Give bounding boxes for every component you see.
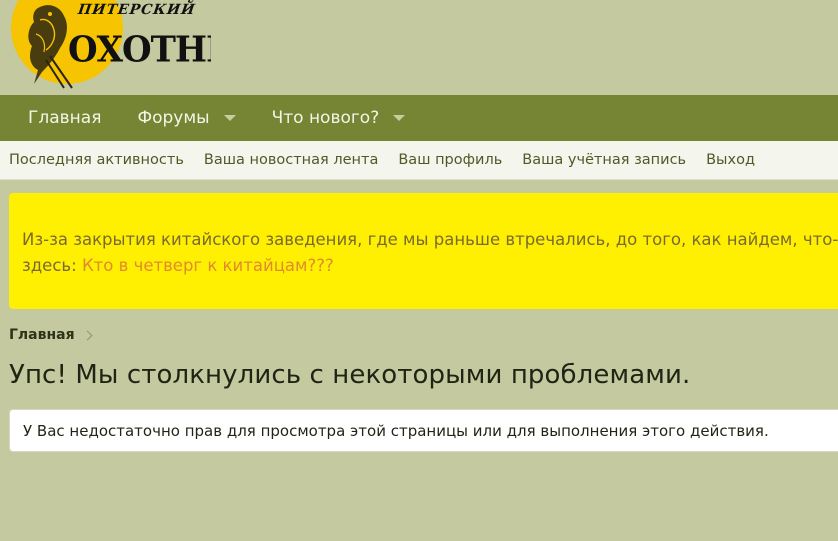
notice-text-prefix: здесь:	[22, 256, 82, 275]
logo-text-main: ОХОТНИК	[68, 29, 211, 71]
subnav-item-account[interactable]: Ваша учётная запись	[502, 152, 686, 168]
nav-item-label: Что нового?	[271, 108, 380, 128]
nav-item-label: Главная	[28, 108, 102, 128]
page-title: Упс! Мы столкнулись с некоторыми проблем…	[9, 360, 691, 390]
notice-link[interactable]: Кто в четверг к китайцам???	[82, 256, 334, 275]
site-logo[interactable]: ПИТЕРСКИЙ ОХОТНИК	[6, 0, 211, 92]
notice-text-line2: здесь: Кто в четверг к китайцам???	[22, 253, 838, 279]
nav-item-whats-new[interactable]: Что нового?	[236, 95, 406, 141]
sub-navigation: Последняя активность Ваша новостная лент…	[0, 141, 838, 180]
chevron-right-icon	[82, 330, 93, 340]
chevron-down-icon[interactable]	[223, 115, 236, 121]
nav-item-home[interactable]: Главная	[0, 95, 101, 141]
breadcrumb-home[interactable]: Главная	[9, 327, 75, 343]
subnav-item-profile[interactable]: Ваш профиль	[378, 152, 502, 168]
nav-item-label: Форумы	[137, 108, 210, 128]
subnav-item-logout[interactable]: Выход	[686, 152, 755, 168]
chevron-down-icon[interactable]	[393, 115, 406, 121]
error-message: У Вас недостаточно прав для просмотра эт…	[23, 421, 769, 440]
nav-item-forums[interactable]: Форумы	[101, 95, 236, 141]
breadcrumb: Главная	[9, 327, 93, 343]
subnav-item-latest-activity[interactable]: Последняя активность	[0, 152, 184, 168]
subnav-item-news-feed[interactable]: Ваша новостная лента	[184, 152, 378, 168]
error-message-box: У Вас недостаточно прав для просмотра эт…	[9, 409, 838, 452]
logo-text-top: ПИТЕРСКИЙ	[76, 2, 197, 18]
notice-banner: Из-за закрытия китайского заведения, где…	[9, 193, 838, 309]
site-header: ПИТЕРСКИЙ ОХОТНИК	[0, 0, 838, 95]
notice-text: Из-за закрытия китайского заведения, где…	[22, 230, 838, 249]
main-navigation: Главная Форумы Что нового?	[0, 95, 838, 141]
